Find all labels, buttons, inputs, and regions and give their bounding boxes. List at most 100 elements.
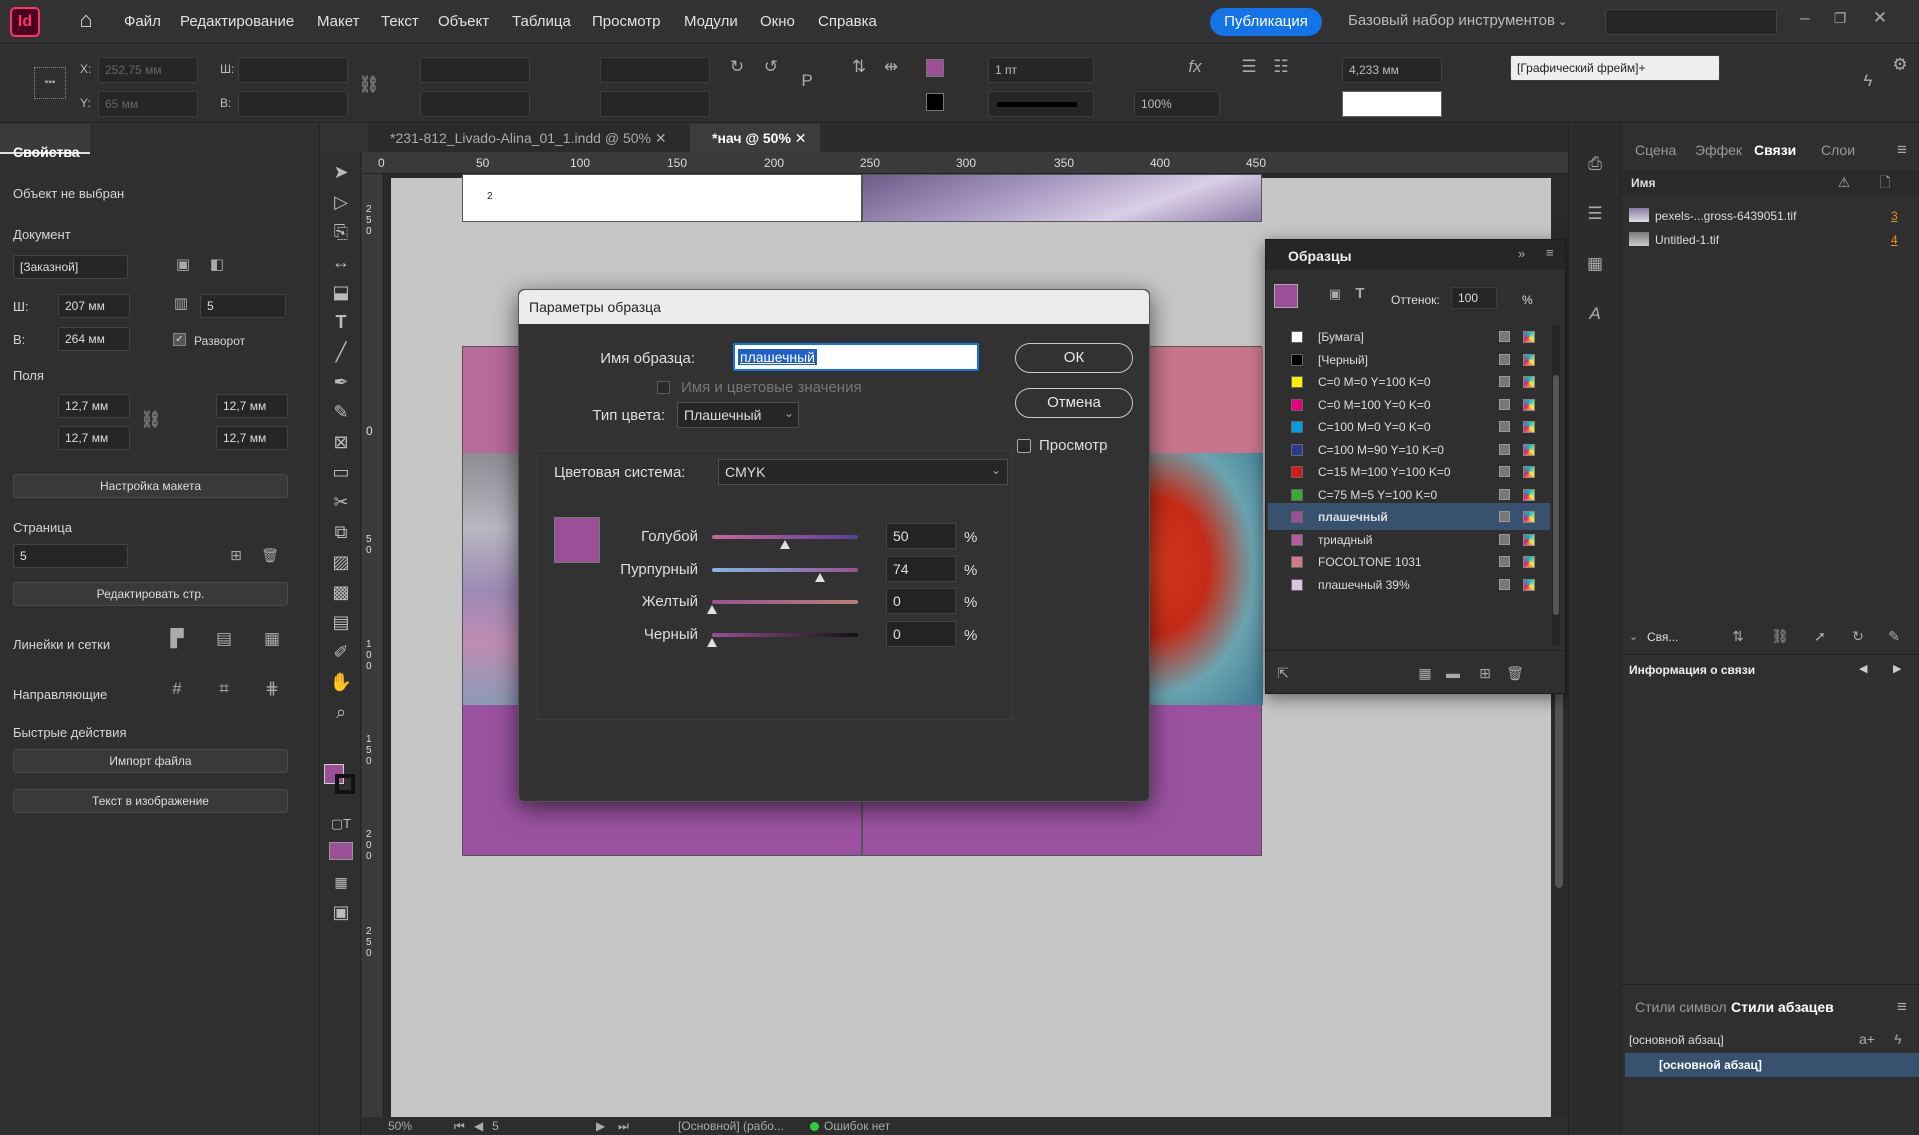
glyphs-panel-icon[interactable]: A bbox=[1583, 304, 1607, 324]
workspace-switcher[interactable]: Базовый набор инструментов ⌄ bbox=[1348, 12, 1567, 29]
preflight-status[interactable]: Ошибок нет bbox=[824, 1119, 890, 1133]
edit-page-button[interactable]: Редактировать стр. bbox=[13, 582, 288, 606]
apply-color-icon[interactable] bbox=[329, 842, 353, 860]
layout-settings-button[interactable]: Настройка макета bbox=[13, 474, 288, 498]
line-tool-icon[interactable]: ╱ bbox=[327, 340, 355, 364]
current-page[interactable]: 5 bbox=[492, 1119, 499, 1133]
rectangle-frame-tool-icon[interactable]: ⊠ bbox=[327, 430, 355, 454]
cyan-input[interactable]: 50 bbox=[886, 523, 956, 549]
cyan-slider[interactable] bbox=[712, 535, 858, 549]
spread-checkbox[interactable]: ✓ bbox=[173, 333, 186, 346]
link-page[interactable]: 4 bbox=[1891, 233, 1898, 247]
y-field[interactable]: 65 мм bbox=[98, 91, 198, 117]
tab-paragraph-styles[interactable]: Стили абзацев bbox=[1731, 999, 1834, 1015]
go-to-link-icon[interactable]: ➚ bbox=[1811, 626, 1829, 646]
gap-color-box[interactable] bbox=[1342, 91, 1442, 117]
flip-icon[interactable]: P bbox=[796, 71, 818, 91]
scale-y-field[interactable] bbox=[420, 91, 530, 117]
rectangle-tool-icon[interactable]: ▭ bbox=[327, 460, 355, 484]
tab-layers[interactable]: Слои bbox=[1821, 142, 1855, 158]
magenta-input[interactable]: 74 bbox=[886, 556, 956, 582]
tab-document-1[interactable]: *231-812_Livado-Alina_01_1.indd @ 50% ✕ bbox=[368, 124, 678, 152]
zoom-tool-icon[interactable]: ⌕ bbox=[327, 700, 355, 724]
distribute-icon[interactable]: ⇹ bbox=[880, 57, 902, 77]
scale-x-field[interactable] bbox=[420, 57, 530, 83]
page-tool-icon[interactable]: ⎘ bbox=[327, 220, 355, 244]
shear-field[interactable] bbox=[600, 91, 710, 117]
panel-menu-icon[interactable]: ≡ bbox=[1893, 140, 1911, 160]
scissors-tool-icon[interactable]: ✂ bbox=[327, 490, 355, 514]
swatch-views-icon[interactable]: ▦ bbox=[1416, 663, 1434, 683]
color-mode-select[interactable]: CMYK ⌄ bbox=[718, 459, 1008, 485]
name-with-values-checkbox[interactable] bbox=[657, 381, 670, 394]
margin-left-field[interactable]: 12,7 мм bbox=[216, 394, 288, 418]
new-style-icon[interactable]: a+ bbox=[1857, 1029, 1877, 1049]
tab-document-2[interactable]: *нач @ 50% ✕ bbox=[690, 124, 820, 152]
document-grid-icon[interactable]: ▦ bbox=[260, 629, 284, 649]
slider-thumb[interactable] bbox=[707, 605, 717, 614]
tab-effects[interactable]: Эффек bbox=[1695, 142, 1742, 158]
update-link-icon[interactable]: ↻ bbox=[1849, 626, 1867, 646]
next-page-icon[interactable]: ▶ bbox=[596, 1119, 605, 1133]
menu-object[interactable]: Объект bbox=[438, 13, 489, 30]
stroke-swatch[interactable] bbox=[926, 93, 944, 111]
formatting-container-icon[interactable]: ▢T bbox=[327, 812, 355, 836]
menu-view[interactable]: Просмотр bbox=[592, 13, 661, 30]
new-color-group-icon[interactable]: ▬ bbox=[1444, 663, 1462, 683]
text-wrap-icon[interactable]: ☰ bbox=[1238, 57, 1260, 77]
delete-page-icon[interactable]: 🗑 bbox=[260, 545, 280, 565]
zoom-level[interactable]: 50% bbox=[388, 1119, 412, 1133]
tab-links[interactable]: Связи bbox=[1754, 142, 1796, 158]
reference-point-icon[interactable]: ▪▪▪ bbox=[34, 67, 66, 99]
slider-thumb[interactable] bbox=[780, 540, 790, 549]
prev-icon[interactable]: ◀ bbox=[1859, 662, 1867, 675]
align-icon[interactable]: ⇅ bbox=[848, 57, 870, 77]
ok-button[interactable]: ОК bbox=[1015, 343, 1133, 373]
close-tab-icon[interactable]: ✕ bbox=[651, 130, 667, 146]
frame-grid-icon[interactable]: ▦ bbox=[327, 870, 355, 894]
rotate-cw-icon[interactable]: ↻ bbox=[726, 57, 748, 77]
w-field[interactable] bbox=[238, 57, 348, 83]
import-file-button[interactable]: Импорт файла bbox=[13, 749, 288, 773]
gap-tool-icon[interactable]: ↔ bbox=[327, 250, 355, 274]
show-swatch-kinds-icon[interactable]: ⇱ bbox=[1274, 663, 1292, 683]
add-page-icon[interactable]: ⊞ bbox=[226, 545, 246, 565]
column-icon[interactable]: ☷ bbox=[1270, 57, 1292, 77]
x-field[interactable]: 252,75 мм bbox=[98, 57, 198, 83]
restore-icon[interactable]: ❐ bbox=[1830, 8, 1850, 28]
slider-thumb[interactable] bbox=[707, 638, 717, 647]
menu-type[interactable]: Текст bbox=[381, 13, 419, 30]
constrain-link-icon[interactable]: ⛓ bbox=[358, 75, 380, 95]
margin-top-field[interactable]: 12,7 мм bbox=[58, 394, 130, 418]
selection-tool-icon[interactable]: ➤ bbox=[327, 160, 355, 184]
swatch-row[interactable]: плашечный 39% bbox=[1268, 571, 1550, 598]
delete-swatch-icon[interactable]: 🗑 bbox=[1506, 663, 1524, 683]
chevron-down-icon[interactable]: ⌄ bbox=[1629, 630, 1638, 643]
relink-icon[interactable]: ⇅ bbox=[1729, 626, 1747, 646]
margin-link-icon[interactable]: ⛓ bbox=[140, 410, 162, 430]
text-formatting-icon[interactable]: T bbox=[1351, 284, 1369, 304]
page-select[interactable]: 5 bbox=[13, 544, 128, 568]
menu-edit[interactable]: Редактирование bbox=[180, 13, 294, 30]
free-transform-tool-icon[interactable]: ⧉ bbox=[327, 520, 355, 544]
cancel-button[interactable]: Отмена bbox=[1015, 388, 1133, 418]
stroke-color-icon[interactable] bbox=[335, 774, 355, 794]
margin-bottom-field[interactable]: 12,7 мм bbox=[58, 426, 130, 450]
magenta-slider[interactable] bbox=[712, 568, 858, 582]
tab-character-styles[interactable]: Стили символ bbox=[1635, 999, 1727, 1015]
margin-right-field[interactable]: 12,7 мм bbox=[216, 426, 288, 450]
list-item[interactable]: [основной абзац] bbox=[1625, 1053, 1919, 1077]
menu-plugins[interactable]: Модули bbox=[684, 13, 738, 30]
menu-window[interactable]: Окно bbox=[760, 13, 795, 30]
stroke-panel-icon[interactable]: ☰ bbox=[1583, 204, 1607, 224]
new-swatch-icon[interactable]: ⊞ bbox=[1476, 663, 1494, 683]
home-icon[interactable]: ⌂ bbox=[72, 9, 100, 31]
gap-field[interactable]: 4,233 мм bbox=[1342, 57, 1442, 83]
publish-button[interactable]: Публикация bbox=[1210, 8, 1322, 36]
h-field[interactable] bbox=[238, 91, 348, 117]
collapse-icon[interactable]: » bbox=[1518, 246, 1525, 261]
edit-original-icon[interactable]: ✎ bbox=[1885, 626, 1903, 646]
master-page-label[interactable]: [Основной] (рабо... bbox=[678, 1119, 784, 1133]
tab-scene[interactable]: Сцена bbox=[1635, 142, 1676, 158]
link-info-header[interactable]: Информация о связи ◀ ▶ bbox=[1621, 654, 1919, 684]
